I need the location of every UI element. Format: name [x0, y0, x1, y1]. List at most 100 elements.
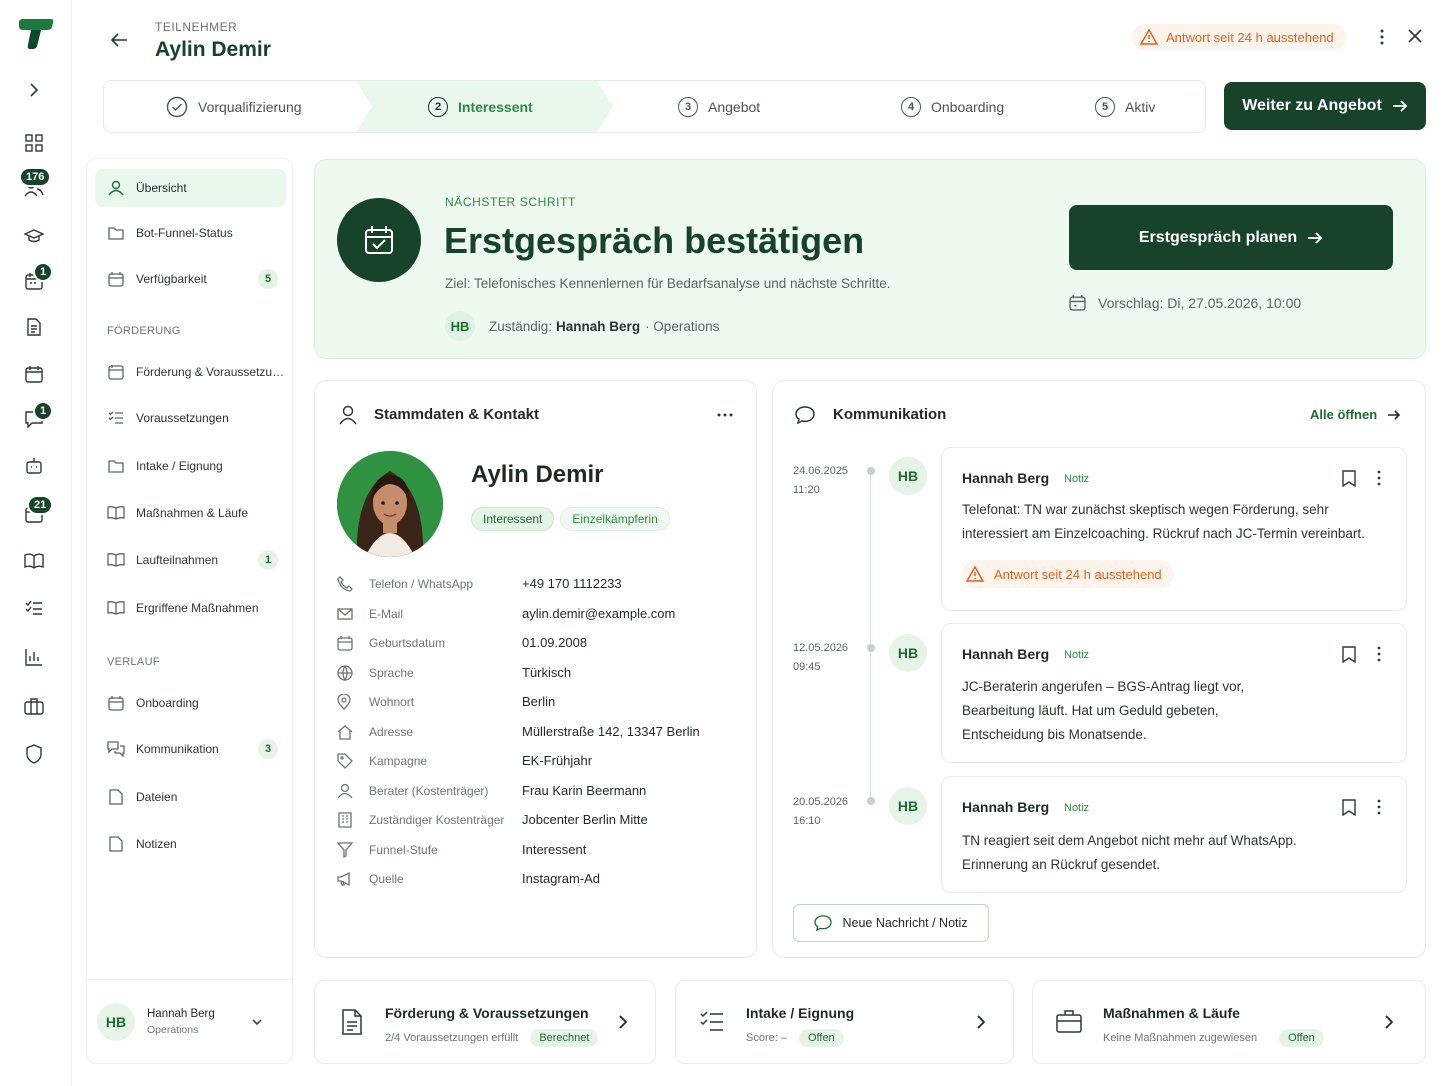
sidebar-item-intake[interactable]: Intake / Eignung — [95, 447, 286, 485]
more-options-icon[interactable] — [1376, 646, 1382, 662]
user-role: Operations — [147, 1024, 199, 1036]
avatar: HB — [889, 787, 927, 825]
expand-rail-icon[interactable] — [20, 76, 48, 104]
step-angebot[interactable]: 3 Angebot — [678, 81, 760, 132]
step-interessent[interactable]: 2 Interessent — [428, 81, 533, 132]
book-icon — [101, 601, 131, 615]
folder-icon — [101, 226, 131, 240]
sidebar-item-massnahmen[interactable]: Maßnahmen & Läufe — [95, 494, 286, 532]
next-step-owner: HB Zuständig: Hannah Berg · Operations — [445, 311, 719, 341]
next-stage-button[interactable]: Weiter zu Angebot — [1224, 82, 1426, 130]
checklist-icon[interactable] — [20, 594, 48, 622]
message-card[interactable]: Hannah Berg Notiz JC-Beraterin angerufen… — [941, 623, 1407, 763]
stammdaten-card: Stammdaten & Kontakt Aylin Demir Interes… — [314, 380, 757, 958]
sidebar-item-uebersicht[interactable]: Übersicht — [95, 169, 286, 207]
open-all-link[interactable]: Alle öffnen — [1310, 407, 1401, 422]
sidebar-item-label: Förderung & Voraussetzun... — [136, 365, 286, 379]
sidebar-item-label: Intake / Eignung — [136, 459, 223, 473]
field-row: Geburtsdatum 01.09.2008 — [337, 628, 736, 657]
arrow-right-icon — [1307, 231, 1323, 245]
next-stage-label: Weiter zu Angebot — [1242, 97, 1382, 114]
briefcase-icon[interactable] — [20, 692, 48, 720]
field-row: Kampagne EK-Frühjahr — [337, 746, 736, 775]
message-timestamp: 24.06.2025 11:20 — [793, 465, 849, 496]
sidebar-item-laufteilnahmen[interactable]: Laufteilnahmen 1 — [95, 541, 286, 579]
plan-call-button[interactable]: Erstgespräch planen — [1069, 205, 1393, 270]
avatar: HB — [97, 1003, 135, 1041]
sidebar-item-foerderung[interactable]: Förderung & Voraussetzun... — [95, 353, 286, 391]
logo-icon[interactable] — [17, 18, 55, 50]
checklist-icon — [101, 411, 131, 425]
sidebar-item-label: Kommunikation — [136, 742, 219, 756]
field-row: Zuständiger Kostenträger Jobcenter Berlin… — [337, 805, 736, 834]
current-user-switcher[interactable]: HB Hannah Berg Operations — [95, 997, 286, 1047]
sidebar-item-ergriffene[interactable]: Ergriffene Maßnahmen — [95, 589, 286, 627]
file-icon — [101, 836, 131, 852]
bot-icon[interactable] — [20, 452, 48, 480]
owner-prefix: Zuständig: — [489, 318, 553, 334]
step-number: 2 — [428, 96, 448, 117]
bookmark-icon[interactable] — [1342, 470, 1356, 487]
tag-icon — [337, 752, 363, 769]
foerderung-summary-card[interactable]: Förderung & Voraussetzungen 2/4 Vorausse… — [314, 980, 656, 1064]
more-options-icon[interactable] — [1376, 799, 1382, 815]
book-icon — [101, 506, 131, 520]
step-label: Aktiv — [1125, 98, 1156, 115]
intake-summary-card[interactable]: Intake / Eignung Score: – Offen — [675, 980, 1014, 1064]
back-arrow-icon[interactable] — [110, 32, 128, 48]
more-options-icon[interactable] — [1376, 470, 1382, 486]
field-row: Adresse Müllerstraße 142, 13347 Berlin — [337, 717, 736, 746]
sidebar-item-onboarding[interactable]: Onboarding — [95, 684, 286, 722]
graduation-cap-icon[interactable] — [20, 222, 48, 250]
message-text: JC-Beraterin angerufen – BGS-Antrag lieg… — [962, 679, 1245, 742]
timeline-line — [870, 471, 871, 801]
massnahmen-summary-card[interactable]: Maßnahmen & Läufe Keine Maßnahmen zugewi… — [1032, 980, 1426, 1064]
calendar-icon[interactable] — [20, 360, 48, 388]
warning-text: Antwort seit 24 h ausstehend — [1166, 29, 1334, 45]
sidebar-item-bot-funnel[interactable]: Bot-Funnel-Status — [95, 214, 286, 252]
step-aktiv[interactable]: 5 Aktiv — [1095, 81, 1155, 132]
warning-icon — [1140, 29, 1158, 45]
sidebar-item-label: Übersicht — [136, 181, 187, 195]
divider — [87, 979, 292, 980]
sidebar-item-kommunikation[interactable]: Kommunikation 3 — [95, 730, 286, 768]
checklist-icon — [700, 1011, 724, 1033]
avatar: HB — [889, 457, 927, 495]
message-card[interactable]: Hannah Berg Notiz TN reagiert seit dem A… — [941, 776, 1407, 893]
more-horizontal-icon[interactable] — [717, 413, 733, 417]
card-title: Stammdaten & Kontakt — [374, 406, 540, 423]
sidebar-item-voraussetzungen[interactable]: Voraussetzungen — [95, 399, 286, 437]
summary-subtitle: 2/4 Voraussetzungen erfüllt Berechnet — [385, 1029, 599, 1047]
dashboard-icon[interactable] — [20, 129, 48, 157]
sidebar-item-label: Maßnahmen & Läufe — [136, 506, 249, 520]
message-type-tag: Notiz — [1064, 649, 1090, 661]
bar-chart-icon[interactable] — [20, 643, 48, 671]
new-message-button[interactable]: Neue Nachricht / Notiz — [793, 904, 989, 942]
chevron-down-icon — [252, 1019, 262, 1025]
book-icon[interactable] — [20, 547, 48, 575]
more-options-icon[interactable] — [1378, 28, 1386, 46]
page-title: Aylin Demir — [155, 38, 271, 61]
sidebar-item-label: Voraussetzungen — [136, 411, 229, 425]
field-row: Quelle Instagram-Ad — [337, 864, 736, 893]
sidebar-item-notizen[interactable]: Notizen — [95, 825, 286, 863]
shield-icon[interactable] — [20, 740, 48, 768]
bookmark-icon[interactable] — [1342, 799, 1356, 816]
document-icon[interactable] — [20, 313, 48, 341]
sidebar-item-label: Verfügbarkeit — [136, 272, 207, 286]
book-icon — [101, 553, 131, 567]
funnel-stepper: Vorqualifizierung 2 Interessent 3 Angebo… — [103, 80, 1206, 133]
step-onboarding[interactable]: 4 Onboarding — [901, 81, 1004, 132]
message-card[interactable]: Hannah Berg Notiz Telefonat: TN war zunä… — [941, 447, 1407, 611]
step-vorqualifizierung[interactable]: Vorqualifizierung — [166, 81, 302, 132]
sidebar-item-dateien[interactable]: Dateien — [95, 778, 286, 816]
close-icon[interactable] — [1408, 29, 1422, 43]
owner-avatar: HB — [445, 311, 475, 341]
bookmark-icon[interactable] — [1342, 646, 1356, 663]
phone-icon — [337, 575, 363, 592]
chevron-right-icon — [1385, 1015, 1393, 1029]
sidebar-item-verfuegbarkeit[interactable]: Verfügbarkeit 5 — [95, 260, 286, 298]
folder-document-icon — [101, 364, 131, 380]
kommunikation-card: Kommunikation Alle öffnen 24.06.2025 11:2… — [772, 380, 1426, 958]
chevron-right-icon — [619, 1015, 627, 1029]
